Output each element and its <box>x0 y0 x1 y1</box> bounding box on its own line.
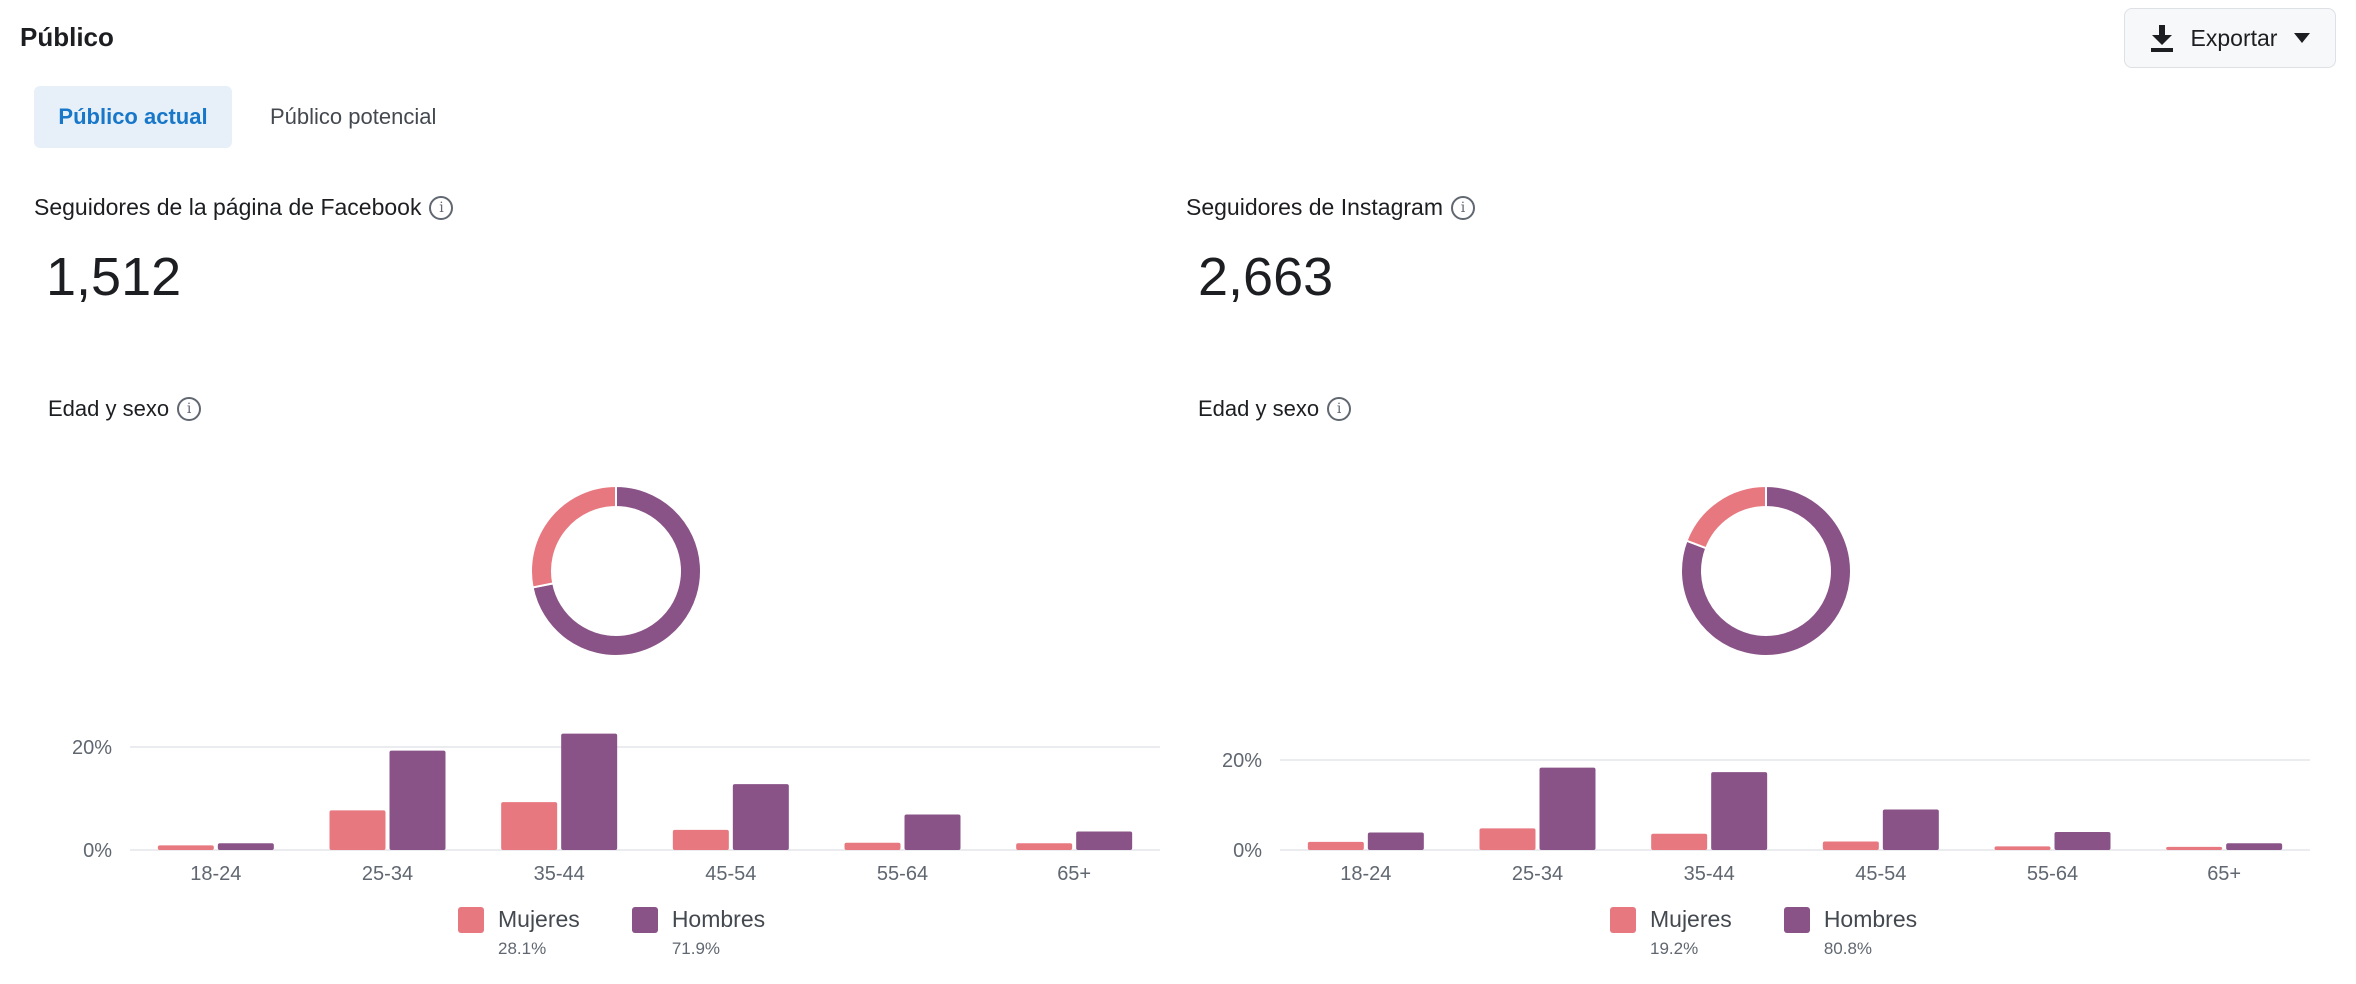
bar-mujeres-65+[interactable] <box>2166 846 2223 850</box>
hombres-swatch <box>631 906 658 933</box>
y-tick-label: 0% <box>83 840 112 862</box>
legend-hombres-label: Hombres <box>671 906 766 932</box>
bar-hombres-25-34[interactable] <box>1539 767 1596 850</box>
legend-item-mujeres: Mujeres 28.1% <box>458 906 580 959</box>
y-tick-label: 20% <box>1222 750 1262 772</box>
x-tick-label: 45-54 <box>1855 863 1906 885</box>
legend-item-mujeres: Mujeres 19.2% <box>1610 906 1732 959</box>
mujeres-swatch <box>1610 906 1636 933</box>
legend-mujeres-label: Mujeres <box>498 906 580 932</box>
bar-mujeres-45-54[interactable] <box>672 829 729 850</box>
bar-hombres-35-44[interactable] <box>1711 772 1768 850</box>
bar-hombres-65+[interactable] <box>1076 831 1133 850</box>
bar-hombres-35-44[interactable] <box>561 733 618 850</box>
bar-mujeres-25-34[interactable] <box>1479 828 1536 850</box>
bar-hombres-18-24[interactable] <box>217 843 274 850</box>
donut-slice-mujeres[interactable] <box>530 484 617 589</box>
legend-mujeres-label: Mujeres <box>1650 906 1732 932</box>
bar-mujeres-35-44[interactable] <box>501 802 558 850</box>
bar-hombres-55-64[interactable] <box>2054 832 2111 850</box>
instagram-panel: Seguidores de Instagram i 2,663 Edad y s… <box>1150 0 2310 984</box>
facebook-age-gender-chart: 0% 20% 18-24 25-34 35-44 45-54 55-64 65+ <box>72 484 1160 885</box>
x-tick-label: 55-64 <box>877 863 928 885</box>
x-tick-label: 35-44 <box>1684 863 1735 885</box>
bar-mujeres-18-24[interactable] <box>1307 841 1364 850</box>
legend-hombres-pct: 71.9% <box>671 939 721 958</box>
bar-mujeres-45-54[interactable] <box>1822 841 1879 850</box>
legend-hombres-label: Hombres <box>1823 906 1918 932</box>
bar-hombres-45-54[interactable] <box>732 784 789 850</box>
instagram-age-gender-chart: 0% 20% 18-24 25-34 35-44 45-54 55-64 65+ <box>1222 484 2310 885</box>
mujeres-swatch <box>458 906 484 933</box>
y-tick-label: 0% <box>1233 840 1262 862</box>
facebook-panel: Seguidores de la página de Facebook i 1,… <box>0 0 1160 984</box>
bar-hombres-45-54[interactable] <box>1882 809 1939 851</box>
bar-mujeres-18-24[interactable] <box>157 845 214 850</box>
x-tick-label: 18-24 <box>1340 863 1391 885</box>
bar-mujeres-35-44[interactable] <box>1651 833 1708 850</box>
x-tick-label: 55-64 <box>2027 863 2078 885</box>
x-tick-label: 65+ <box>2207 863 2241 885</box>
legend-item-hombres: Hombres 80.8% <box>1783 906 1918 959</box>
x-tick-label: 65+ <box>1057 863 1091 885</box>
legend-item-hombres: Hombres 71.9% <box>631 906 766 959</box>
bar-hombres-65+[interactable] <box>2226 843 2283 850</box>
hombres-swatch <box>1783 906 1810 933</box>
legend-hombres-pct: 80.8% <box>1823 939 1873 958</box>
bar-hombres-55-64[interactable] <box>904 814 961 850</box>
bar-mujeres-55-64[interactable] <box>1994 846 2051 850</box>
y-tick-label: 20% <box>72 737 112 759</box>
x-tick-label: 25-34 <box>1512 863 1563 885</box>
x-tick-label: 18-24 <box>190 863 241 885</box>
bar-hombres-18-24[interactable] <box>1367 832 1424 850</box>
bar-mujeres-25-34[interactable] <box>329 810 386 850</box>
legend-mujeres-pct: 19.2% <box>1650 939 1699 958</box>
x-tick-label: 45-54 <box>705 863 756 885</box>
bar-hombres-25-34[interactable] <box>389 750 446 850</box>
donut-slice-mujeres[interactable] <box>1685 484 1767 550</box>
chart-legend: Mujeres 19.2% Hombres 80.8% <box>1610 906 1917 959</box>
x-tick-label: 25-34 <box>362 863 413 885</box>
bar-mujeres-55-64[interactable] <box>844 842 901 850</box>
chart-legend: Mujeres 28.1% Hombres 71.9% <box>458 906 765 959</box>
x-tick-label: 35-44 <box>534 863 585 885</box>
bar-mujeres-65+[interactable] <box>1016 843 1073 850</box>
legend-mujeres-pct: 28.1% <box>498 939 547 958</box>
